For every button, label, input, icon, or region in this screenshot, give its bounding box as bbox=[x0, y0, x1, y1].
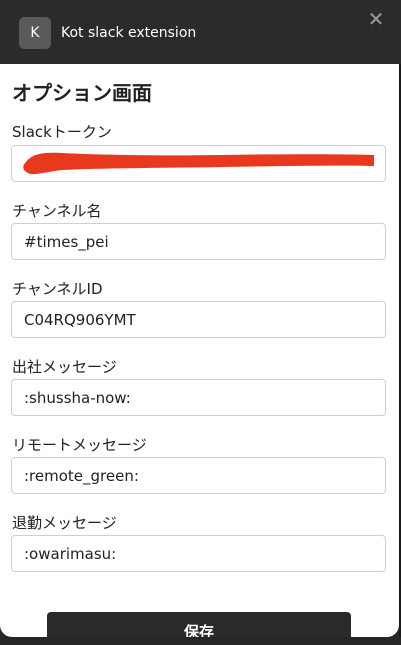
checkin-message-label: 出社メッセージ bbox=[12, 358, 117, 376]
remote-message-field[interactable] bbox=[11, 457, 386, 494]
channel-id-label: チャンネルID bbox=[12, 280, 103, 298]
remote-message-label: リモートメッセージ bbox=[12, 436, 147, 454]
slack-token-field[interactable] bbox=[11, 145, 386, 182]
slack-token-label: Slackトークン bbox=[12, 123, 112, 141]
extension-avatar: K bbox=[19, 17, 51, 49]
popup-header: K Kot slack extension ✕ bbox=[0, 0, 401, 64]
save-button[interactable]: 保存 bbox=[47, 612, 351, 637]
checkin-message-field[interactable] bbox=[11, 379, 386, 416]
extension-popup-window: K Kot slack extension ✕ オプション画面 Slackトーク… bbox=[0, 0, 401, 645]
close-icon[interactable]: ✕ bbox=[367, 9, 385, 29]
save-button-label: 保存 bbox=[183, 623, 214, 637]
channel-id-field[interactable] bbox=[11, 301, 386, 338]
checkout-message-label: 退勤メッセージ bbox=[12, 514, 117, 532]
page-title: オプション画面 bbox=[12, 81, 152, 105]
channel-name-field[interactable] bbox=[11, 223, 386, 260]
channel-name-label: チャンネル名 bbox=[12, 202, 102, 220]
checkout-message-field[interactable] bbox=[11, 535, 386, 572]
extension-name: Kot slack extension bbox=[61, 25, 197, 41]
options-panel: オプション画面 Slackトークン チャンネル名 チャンネルID 出社メッセージ… bbox=[0, 64, 399, 637]
